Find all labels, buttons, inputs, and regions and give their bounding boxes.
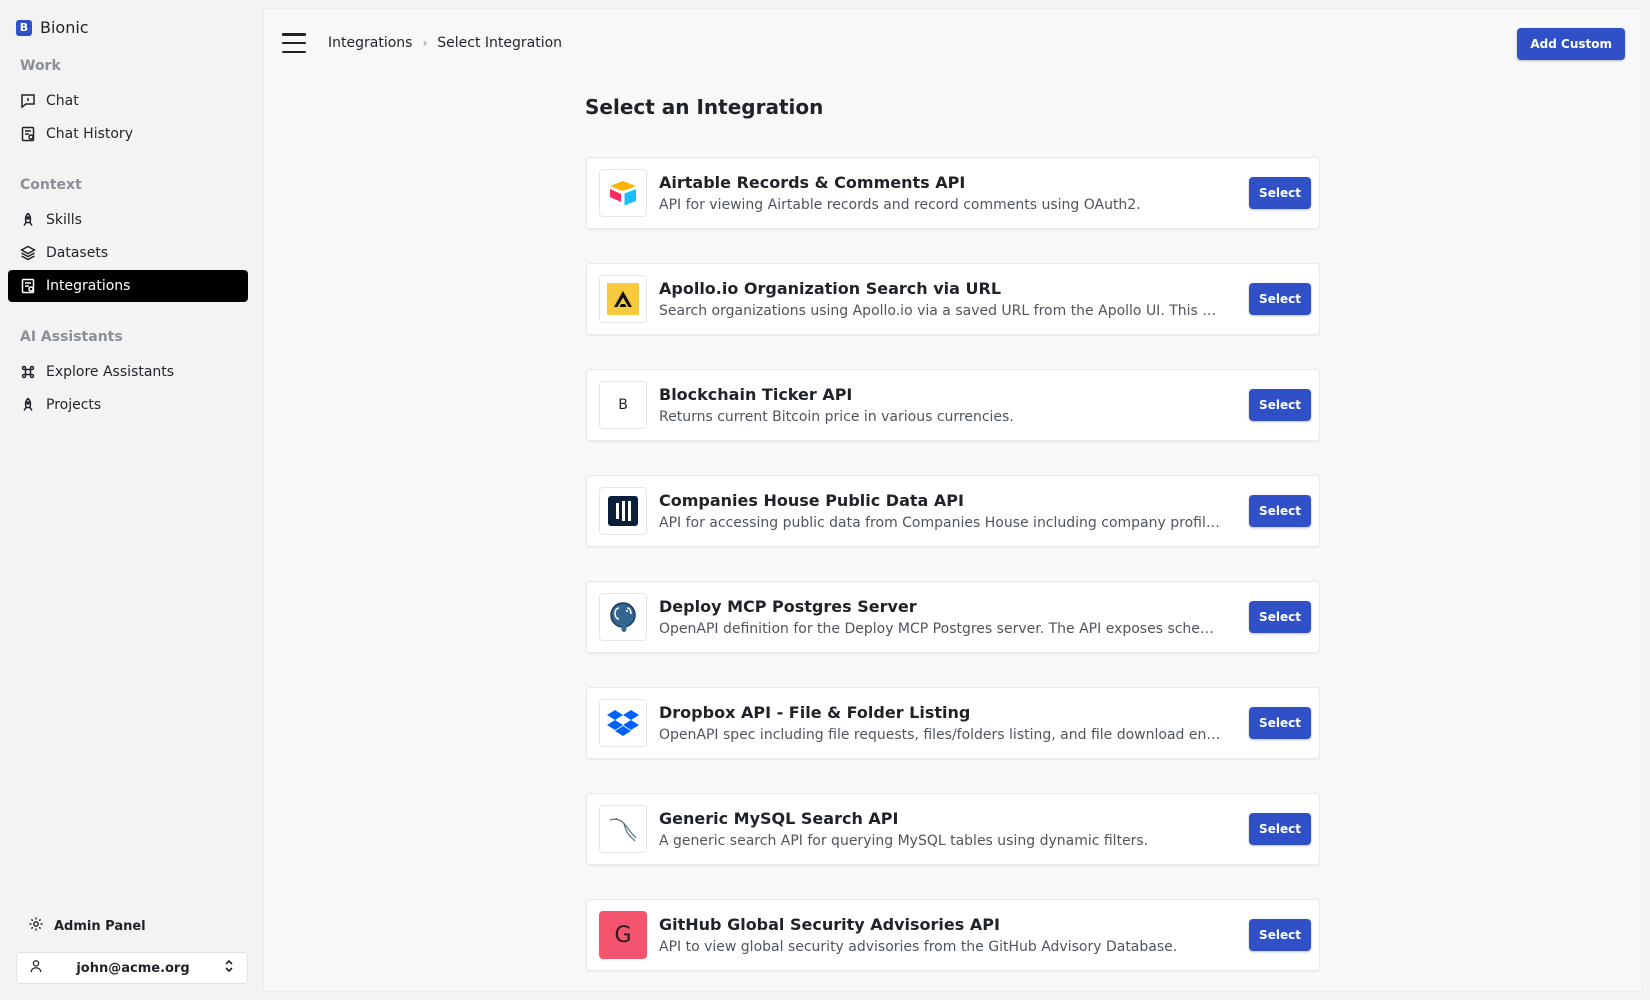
integration-description: API for accessing public data from Compa… xyxy=(659,515,1221,531)
integration-description: API to view global security advisories f… xyxy=(659,939,1178,955)
companies-house-logo-icon xyxy=(599,487,647,535)
integration-title: Dropbox API - File & Folder Listing xyxy=(659,703,971,722)
section-title-ai-assistants: AI Assistants xyxy=(20,329,123,345)
sidebar-item-label: Projects xyxy=(46,397,102,413)
logo-letter: B xyxy=(618,397,628,413)
main-panel: Integrations › Select Integration Add Cu… xyxy=(263,8,1642,992)
integration-card: Dropbox API - File & Folder Listing Open… xyxy=(586,687,1320,759)
select-button[interactable]: Select xyxy=(1249,389,1311,421)
integration-description: OpenAPI definition for the Deploy MCP Po… xyxy=(659,621,1221,637)
select-button[interactable]: Select xyxy=(1249,919,1311,951)
integration-card: G GitHub Global Security Advisories API … xyxy=(586,899,1320,971)
rocket-icon xyxy=(20,212,36,228)
sidebar-item-chat-history[interactable]: Chat History xyxy=(8,118,248,150)
integration-title: Generic MySQL Search API xyxy=(659,809,899,828)
select-button[interactable]: Select xyxy=(1249,283,1311,315)
integration-title: Companies House Public Data API xyxy=(659,491,964,510)
integration-title: Apollo.io Organization Search via URL xyxy=(659,279,1002,298)
select-button[interactable]: Select xyxy=(1249,813,1311,845)
user-email: john@acme.org xyxy=(76,960,190,976)
sidebar-item-label: Explore Assistants xyxy=(46,364,175,380)
add-custom-button[interactable]: Add Custom xyxy=(1517,28,1625,60)
integration-description: A generic search API for querying MySQL … xyxy=(659,833,1149,849)
integration-description: Search organizations using Apollo.io via… xyxy=(659,303,1221,319)
command-icon xyxy=(20,364,36,380)
chevron-up-down-icon xyxy=(223,959,235,977)
sidebar-item-label: Integrations xyxy=(46,278,131,294)
sidebar-item-explore-assistants[interactable]: Explore Assistants xyxy=(8,356,248,388)
brand[interactable]: B Bionic xyxy=(16,18,89,37)
integration-title: Airtable Records & Comments API xyxy=(659,173,966,192)
sidebar-item-label: Datasets xyxy=(46,245,109,261)
integration-title: GitHub Global Security Advisories API xyxy=(659,915,1000,934)
postgres-logo-icon xyxy=(599,593,647,641)
select-button[interactable]: Select xyxy=(1249,495,1311,527)
dropbox-logo-icon xyxy=(599,699,647,747)
brand-name: Bionic xyxy=(40,18,89,37)
mysql-logo-icon xyxy=(599,805,647,853)
chat-icon xyxy=(20,93,36,109)
sidebar-item-projects[interactable]: Projects xyxy=(8,389,248,421)
integration-title: Blockchain Ticker API xyxy=(659,385,853,404)
rocket-icon xyxy=(20,397,36,413)
sidebar-item-chat[interactable]: Chat xyxy=(8,85,248,117)
integration-card: Generic MySQL Search API A generic searc… xyxy=(586,793,1320,865)
gear-icon xyxy=(28,916,44,936)
sidebar-item-label: Skills xyxy=(46,212,82,228)
sidebar-item-skills[interactable]: Skills xyxy=(8,204,248,236)
sidebar-item-datasets[interactable]: Datasets xyxy=(8,237,248,269)
breadcrumb: Integrations › Select Integration xyxy=(328,35,562,51)
page-title: Select an Integration xyxy=(585,95,824,119)
integration-card: Apollo.io Organization Search via URL Se… xyxy=(586,263,1320,335)
integration-description: Returns current Bitcoin price in various… xyxy=(659,409,1014,425)
integration-card: Airtable Records & Comments API API for … xyxy=(586,157,1320,229)
user-account-select[interactable]: john@acme.org xyxy=(16,952,248,984)
letter-g-logo-icon: G xyxy=(599,911,647,959)
history-icon xyxy=(20,126,36,142)
layers-icon xyxy=(20,245,36,261)
integration-card: B Blockchain Ticker API Returns current … xyxy=(586,369,1320,441)
section-title-work: Work xyxy=(20,58,61,74)
integration-description: OpenAPI spec including file requests, fi… xyxy=(659,727,1221,743)
sidebar-item-integrations[interactable]: Integrations xyxy=(8,270,248,302)
logo-letter: G xyxy=(614,922,632,948)
select-button[interactable]: Select xyxy=(1249,177,1311,209)
brand-logo-icon: B xyxy=(16,19,32,36)
admin-panel-label: Admin Panel xyxy=(54,918,146,934)
sidebar: B Bionic Work Chat Chat History Context … xyxy=(0,0,263,1000)
breadcrumb-integrations[interactable]: Integrations xyxy=(328,35,412,51)
apollo-logo-icon xyxy=(599,275,647,323)
letter-b-logo-icon: B xyxy=(599,381,647,429)
airtable-logo-icon xyxy=(599,169,647,217)
breadcrumb-current: Select Integration xyxy=(437,35,563,51)
chevron-right-icon: › xyxy=(422,36,428,50)
user-icon xyxy=(29,959,43,977)
sidebar-item-label: Chat xyxy=(46,93,79,109)
integration-card: Companies House Public Data API API for … xyxy=(586,475,1320,547)
integration-description: API for viewing Airtable records and rec… xyxy=(659,197,1141,213)
integration-title: Deploy MCP Postgres Server xyxy=(659,597,917,616)
select-button[interactable]: Select xyxy=(1249,601,1311,633)
sidebar-item-label: Chat History xyxy=(46,126,133,142)
select-button[interactable]: Select xyxy=(1249,707,1311,739)
integration-card: Deploy MCP Postgres Server OpenAPI defin… xyxy=(586,581,1320,653)
menu-toggle-icon[interactable] xyxy=(282,33,306,53)
document-icon xyxy=(20,278,36,294)
admin-panel-link[interactable]: Admin Panel xyxy=(28,916,146,936)
section-title-context: Context xyxy=(20,177,82,193)
